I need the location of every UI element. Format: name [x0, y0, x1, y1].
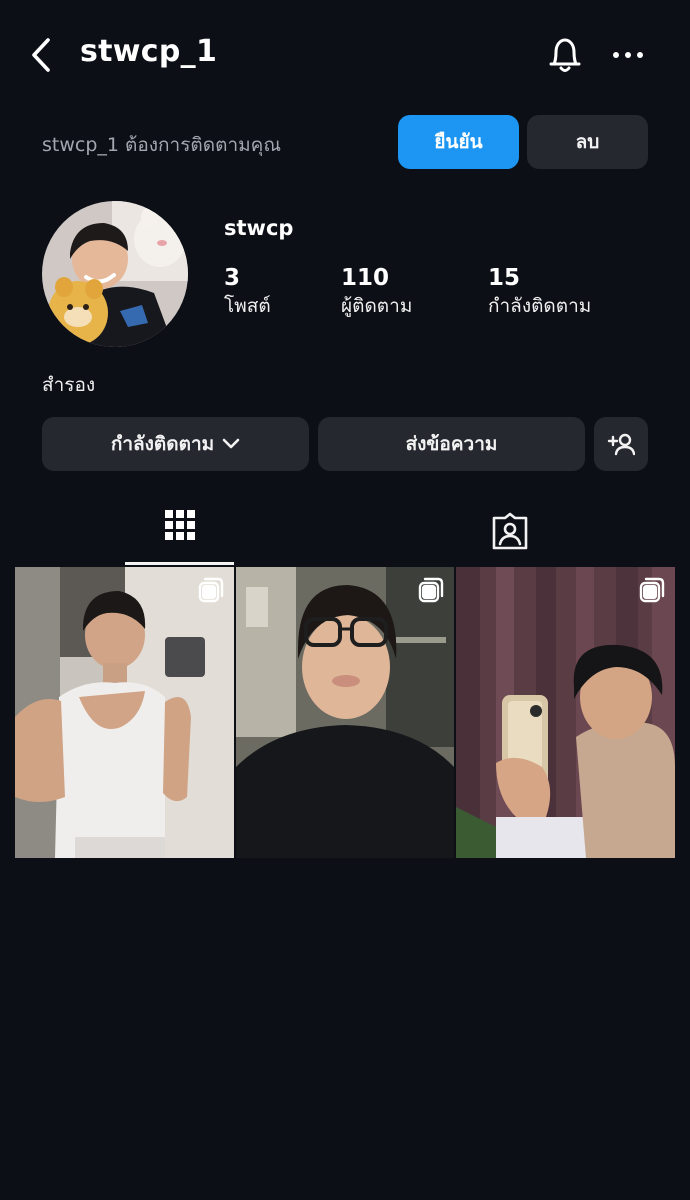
page-title: stwcp_1 — [80, 34, 218, 69]
more-options-button[interactable] — [612, 44, 644, 66]
following-count: 15 — [488, 265, 521, 291]
following-button-label: กำลังติดตาม — [110, 433, 215, 455]
tab-grid[interactable] — [125, 500, 235, 566]
follow-request-text: stwcp_1 ต้องการติดตามคุณ — [42, 134, 281, 156]
message-button[interactable]: ส่งข้อความ — [318, 417, 585, 471]
delete-button[interactable]: ลบ — [527, 115, 648, 169]
followers-stat[interactable]: 110 ผู้ติดตาม — [341, 264, 412, 320]
confirm-button[interactable]: ยืนยัน — [398, 115, 519, 169]
bio-text: สำรอง — [42, 374, 96, 396]
notifications-button[interactable] — [546, 34, 584, 76]
post-thumbnail-3[interactable] — [456, 567, 675, 858]
following-dropdown-button[interactable]: กำลังติดตาม — [42, 417, 309, 471]
post-thumbnail-1[interactable] — [15, 567, 234, 858]
bell-icon — [549, 38, 581, 72]
following-label: กำลังติดตาม — [488, 295, 592, 317]
post-thumbnail-2[interactable] — [236, 567, 454, 858]
avatar-photo — [42, 201, 188, 347]
carousel-icon — [198, 577, 224, 603]
back-button[interactable] — [26, 36, 58, 74]
tab-tagged[interactable] — [455, 500, 565, 566]
carousel-icon — [418, 577, 444, 603]
following-stat[interactable]: 15 กำลังติดตาม — [488, 264, 591, 320]
followers-count: 110 — [341, 265, 390, 291]
profile-screen: stwcp_1 stwcp_1 ต้องการติดตามคุณ ยืนยัน … — [0, 0, 690, 1200]
add-person-icon — [607, 433, 635, 456]
profile-name: stwcp — [224, 216, 294, 240]
followers-label: ผู้ติดตาม — [341, 295, 413, 317]
posts-count: 3 — [224, 265, 241, 291]
more-horizontal-icon — [613, 52, 643, 58]
post-photo — [236, 567, 454, 858]
chevron-down-icon — [222, 438, 240, 449]
suggest-people-button[interactable] — [594, 417, 648, 471]
posts-label: โพสต์ — [224, 295, 271, 317]
grid-icon — [165, 510, 195, 540]
avatar[interactable] — [42, 201, 188, 347]
tagged-user-icon — [492, 512, 528, 550]
active-tab-indicator — [125, 562, 234, 565]
top-bar: stwcp_1 — [0, 0, 690, 110]
post-photo — [15, 567, 234, 858]
posts-stat[interactable]: 3 โพสต์ — [224, 264, 271, 320]
chevron-left-icon — [32, 38, 50, 72]
carousel-icon — [639, 577, 665, 603]
post-photo — [456, 567, 675, 858]
